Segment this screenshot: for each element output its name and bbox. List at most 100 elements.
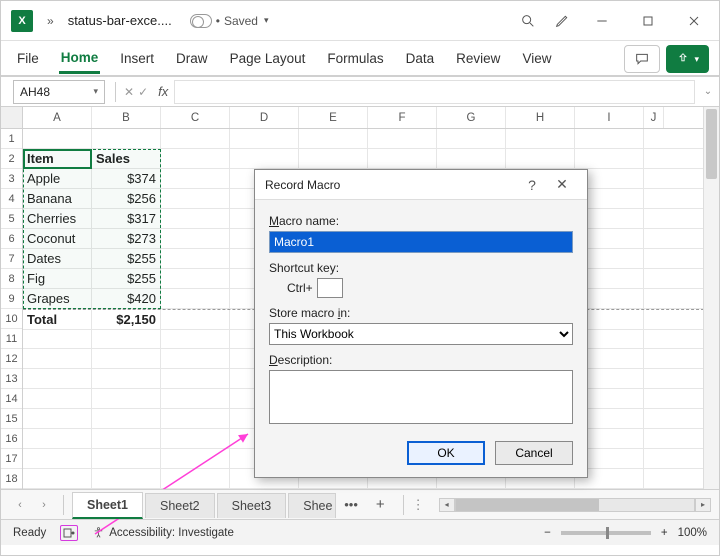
description-input[interactable] (269, 370, 573, 424)
sheet-tab[interactable]: Sheet1 (72, 492, 143, 519)
cell[interactable]: Item (23, 149, 92, 169)
tab-data[interactable]: Data (404, 45, 437, 72)
cell[interactable]: Fig (23, 269, 92, 289)
cell[interactable]: $317 (92, 209, 161, 229)
row-header[interactable]: 17 (1, 449, 22, 469)
tab-formulas[interactable]: Formulas (325, 45, 385, 72)
accessibility-status[interactable]: Accessibility: Investigate (92, 526, 234, 539)
col-header[interactable]: C (161, 107, 230, 128)
col-header[interactable]: E (299, 107, 368, 128)
row-header[interactable]: 3 (1, 169, 22, 189)
row-header[interactable]: 8 (1, 269, 22, 289)
cell[interactable]: $273 (92, 229, 161, 249)
cell[interactable]: Apple (23, 169, 92, 189)
tab-insert[interactable]: Insert (118, 45, 156, 72)
name-box[interactable]: AH48▾ (13, 80, 105, 104)
cell[interactable]: Dates (23, 249, 92, 269)
vertical-scrollbar[interactable] (703, 107, 719, 489)
hscroll-right-icon[interactable]: ▸ (695, 498, 711, 512)
file-name[interactable]: status-bar-exce.... (60, 9, 180, 32)
cancel-formula-icon[interactable]: ✕ (124, 85, 134, 99)
expand-formula-bar-icon[interactable]: ⌄ (703, 86, 719, 97)
cell[interactable]: Cherries (23, 209, 92, 229)
share-button[interactable]: ▾ (666, 45, 709, 73)
pen-icon[interactable] (545, 5, 579, 37)
autosave-status[interactable]: • Saved ▾ (180, 10, 279, 32)
tab-view[interactable]: View (520, 45, 553, 72)
zoom-in-icon[interactable]: + (661, 527, 668, 539)
cell[interactable]: $2,150 (92, 310, 161, 330)
cell[interactable]: Total (23, 310, 92, 330)
ok-button[interactable]: OK (407, 441, 485, 465)
cell[interactable]: $255 (92, 269, 161, 289)
row-header[interactable]: 6 (1, 229, 22, 249)
macro-name-input[interactable] (269, 231, 573, 253)
tab-nav-next-icon[interactable]: › (33, 494, 55, 516)
row-header[interactable]: 14 (1, 389, 22, 409)
formula-input[interactable] (174, 80, 695, 104)
col-header[interactable]: B (92, 107, 161, 128)
row-header[interactable]: 15 (1, 409, 22, 429)
sheet-tab[interactable]: Sheet2 (145, 493, 215, 518)
row-header[interactable]: 9 (1, 289, 22, 309)
zoom-slider[interactable] (561, 531, 651, 535)
quick-access-chevron-icon[interactable]: » (41, 10, 60, 32)
minimize-button[interactable] (579, 1, 625, 41)
col-header[interactable]: I (575, 107, 644, 128)
fx-icon[interactable]: fx (152, 84, 174, 99)
tab-nav-prev-icon[interactable]: ‹ (9, 494, 31, 516)
hscroll-left-icon[interactable]: ◂ (439, 498, 455, 512)
maximize-button[interactable] (625, 1, 671, 41)
shortcut-key-input[interactable] (317, 278, 343, 298)
row-header[interactable]: 7 (1, 249, 22, 269)
dialog-close-button[interactable]: ✕ (547, 176, 577, 193)
macro-record-button[interactable] (60, 525, 78, 541)
enter-formula-icon[interactable]: ✓ (138, 85, 148, 99)
cell[interactable]: $374 (92, 169, 161, 189)
tab-draw[interactable]: Draw (174, 45, 210, 72)
close-button[interactable] (671, 1, 717, 41)
horizontal-scrollbar[interactable] (455, 498, 695, 512)
search-icon[interactable] (511, 5, 545, 37)
dialog-help-button[interactable]: ? (517, 177, 547, 193)
sheet-tab[interactable]: Sheet3 (217, 493, 287, 518)
row-header[interactable]: 18 (1, 469, 22, 489)
cell[interactable]: $420 (92, 289, 161, 309)
cell[interactable]: $255 (92, 249, 161, 269)
sheet-tab[interactable]: Shee (288, 493, 336, 518)
cell[interactable]: Sales (92, 149, 161, 169)
tab-home[interactable]: Home (59, 44, 101, 74)
row-header[interactable]: 1 (1, 129, 22, 149)
store-macro-select[interactable]: This Workbook (269, 323, 573, 345)
col-header[interactable]: D (230, 107, 299, 128)
row-header[interactable]: 16 (1, 429, 22, 449)
saved-label: Saved (224, 14, 258, 28)
zoom-level[interactable]: 100% (678, 527, 707, 539)
row-header[interactable]: 2 (1, 149, 22, 169)
comments-button[interactable] (624, 45, 660, 73)
cell[interactable]: Grapes (23, 289, 92, 309)
cell[interactable]: Banana (23, 189, 92, 209)
cell[interactable]: $256 (92, 189, 161, 209)
row-header[interactable]: 11 (1, 329, 22, 349)
row-header[interactable]: 12 (1, 349, 22, 369)
tab-review[interactable]: Review (454, 45, 502, 72)
col-header[interactable]: J (644, 107, 664, 128)
cancel-button[interactable]: Cancel (495, 441, 573, 465)
col-header[interactable]: G (437, 107, 506, 128)
new-sheet-button[interactable]: + (366, 492, 395, 517)
row-header[interactable]: 4 (1, 189, 22, 209)
col-header[interactable]: A (23, 107, 92, 128)
zoom-out-icon[interactable]: − (544, 527, 551, 539)
cell[interactable]: Coconut (23, 229, 92, 249)
row-header[interactable]: 5 (1, 209, 22, 229)
col-header[interactable]: H (506, 107, 575, 128)
row-header[interactable]: 10 (1, 309, 22, 329)
row-header[interactable]: 13 (1, 369, 22, 389)
tab-file[interactable]: File (15, 45, 41, 72)
select-all-corner[interactable] (1, 107, 22, 129)
sheet-tab-more-icon[interactable]: ••• (338, 493, 364, 516)
tab-page-layout[interactable]: Page Layout (228, 45, 308, 72)
col-header[interactable]: F (368, 107, 437, 128)
autosave-toggle-icon (190, 14, 212, 28)
